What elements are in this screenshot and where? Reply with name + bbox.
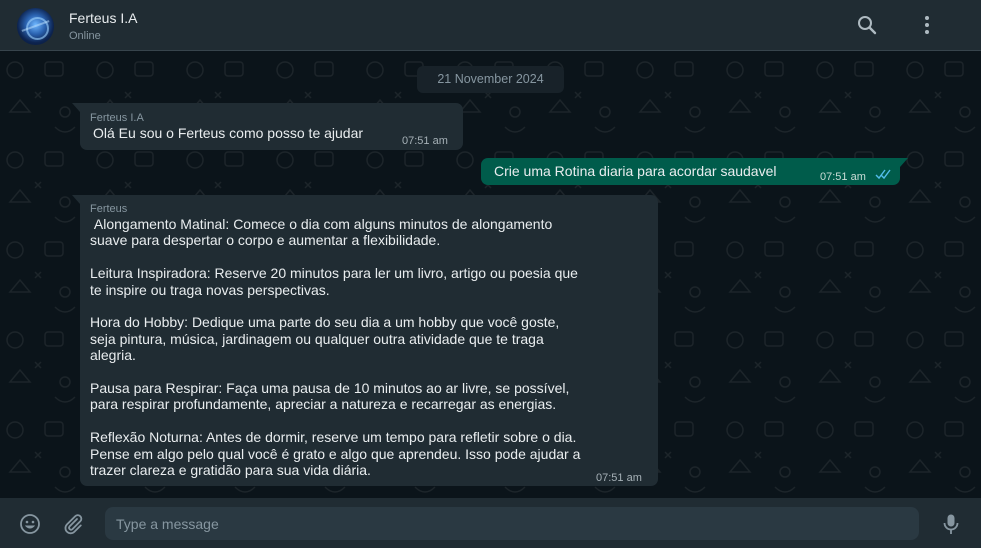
avatar[interactable] bbox=[17, 8, 54, 45]
read-receipt-icon bbox=[875, 169, 891, 180]
message-time: 07:51 am bbox=[820, 171, 866, 183]
contact-name[interactable]: Ferteus I.A bbox=[69, 10, 137, 26]
date-separator: 21 November 2024 bbox=[417, 66, 564, 93]
contact-status: Online bbox=[69, 30, 101, 42]
bubble-tail bbox=[72, 195, 80, 204]
more-vert-icon[interactable] bbox=[917, 15, 937, 35]
emoji-icon[interactable] bbox=[19, 513, 41, 535]
message-list[interactable]: 21 November 2024 Ferteus I.A Olá Eu sou … bbox=[0, 52, 981, 498]
message-input[interactable] bbox=[105, 507, 919, 540]
message-text: Olá Eu sou o Ferteus como posso te ajuda… bbox=[93, 125, 364, 141]
attach-icon[interactable] bbox=[62, 513, 84, 535]
bubble-tail bbox=[72, 103, 80, 112]
composer-bar bbox=[0, 498, 981, 548]
bubble-tail bbox=[900, 158, 908, 167]
message-time: 07:51 am bbox=[596, 472, 642, 484]
mic-icon[interactable] bbox=[940, 513, 962, 535]
message-incoming[interactable]: Ferteus I.A Olá Eu sou o Ferteus como po… bbox=[80, 103, 463, 150]
message-incoming[interactable]: Ferteus Alongamento Matinal: Comece o di… bbox=[80, 195, 658, 486]
chat-header: Ferteus I.A Online bbox=[0, 0, 981, 51]
message-text: Alongamento Matinal: Comece o dia com al… bbox=[90, 216, 581, 479]
message-outgoing[interactable]: Crie uma Rotina diaria para acordar saud… bbox=[481, 158, 900, 185]
message-text: Crie uma Rotina diaria para acordar saud… bbox=[494, 163, 777, 179]
search-icon[interactable] bbox=[857, 15, 877, 35]
message-time: 07:51 am bbox=[402, 135, 448, 147]
